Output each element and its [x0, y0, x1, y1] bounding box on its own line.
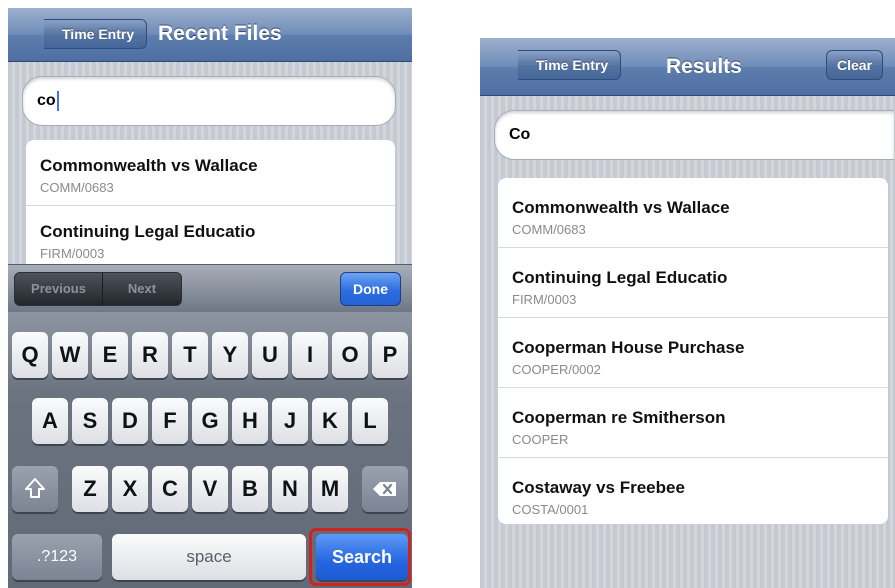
item-title: Costaway vs Freebee	[512, 478, 685, 497]
item-code: COSTA/0001	[512, 502, 589, 517]
key-t[interactable]: T	[172, 332, 208, 378]
search-input[interactable]: co	[22, 76, 396, 126]
shift-key[interactable]	[12, 466, 58, 512]
previous-button[interactable]: Previous	[15, 273, 102, 305]
right-screen: Time Entry Results Clear Co Commonwealth…	[480, 38, 895, 588]
item-code: COOPER	[512, 432, 569, 447]
item-code: FIRM/0003	[512, 292, 577, 307]
key-s[interactable]: S	[72, 398, 108, 444]
backspace-icon	[373, 482, 396, 496]
back-button-label: Time Entry	[536, 57, 609, 73]
item-title: Commonwealth vs Wallace	[512, 198, 730, 217]
page-title: Results	[666, 55, 742, 78]
key-o[interactable]: O	[332, 332, 368, 378]
item-title: Cooperman House Purchase	[512, 338, 745, 357]
item-code: COOPER/0002	[512, 362, 601, 377]
key-v[interactable]: V	[192, 466, 228, 512]
numbers-key[interactable]: .?123	[12, 534, 102, 580]
search-key[interactable]: Search	[316, 534, 408, 580]
key-m[interactable]: M	[312, 466, 348, 512]
done-button[interactable]: Done	[340, 272, 401, 306]
key-l[interactable]: L	[352, 398, 388, 444]
list-item[interactable]: Commonwealth vs Wallace COMM/0683	[498, 178, 888, 248]
left-screen: Time Entry Recent Files co Commonwealth …	[8, 8, 412, 588]
item-code: COMM/0683	[512, 222, 586, 237]
search-input[interactable]: Co	[494, 110, 894, 160]
key-i[interactable]: I	[292, 332, 328, 378]
key-n[interactable]: N	[272, 466, 308, 512]
shift-arrow-icon	[25, 478, 45, 498]
key-y[interactable]: Y	[212, 332, 248, 378]
item-title: Continuing Legal Educatio	[40, 222, 256, 241]
item-code: COMM/0683	[40, 180, 114, 195]
item-code: FIRM/0003	[40, 246, 105, 261]
key-k[interactable]: K	[312, 398, 348, 444]
list-item[interactable]: Continuing Legal Educatio FIRM/0003	[498, 248, 888, 318]
list-item[interactable]: Cooperman re Smitherson COOPER	[498, 388, 888, 458]
item-title: Commonwealth vs Wallace	[40, 156, 258, 175]
prev-next-control: Previous Next	[14, 272, 182, 306]
key-x[interactable]: X	[112, 466, 148, 512]
key-h[interactable]: H	[232, 398, 268, 444]
navigation-bar: Time Entry Results Clear	[480, 38, 895, 96]
key-q[interactable]: Q	[12, 332, 48, 378]
results-list: Commonwealth vs Wallace COMM/0683 Contin…	[26, 140, 395, 264]
delete-key[interactable]	[362, 466, 408, 512]
key-r[interactable]: R	[132, 332, 168, 378]
list-item[interactable]: Cooperman House Purchase COOPER/0002	[498, 318, 888, 388]
item-title: Continuing Legal Educatio	[512, 268, 728, 287]
back-button[interactable]: Time Entry	[518, 50, 622, 80]
key-f[interactable]: F	[152, 398, 188, 444]
key-w[interactable]: W	[52, 332, 88, 378]
list-item[interactable]: Commonwealth vs Wallace COMM/0683	[26, 140, 395, 206]
back-button-label: Time Entry	[62, 26, 135, 42]
results-list: Commonwealth vs Wallace COMM/0683 Contin…	[498, 178, 888, 524]
keyboard-accessory-bar: Previous Next Done	[8, 264, 412, 312]
key-z[interactable]: Z	[72, 466, 108, 512]
key-j[interactable]: J	[272, 398, 308, 444]
key-d[interactable]: D	[112, 398, 148, 444]
search-input-value: co	[37, 92, 56, 109]
item-title: Cooperman re Smitherson	[512, 408, 726, 427]
key-c[interactable]: C	[152, 466, 188, 512]
next-button[interactable]: Next	[102, 273, 181, 305]
list-item[interactable]: Costaway vs Freebee COSTA/0001	[498, 458, 888, 524]
page-title: Recent Files	[158, 22, 282, 45]
key-u[interactable]: U	[252, 332, 288, 378]
list-item[interactable]: Continuing Legal Educatio FIRM/0003	[26, 206, 395, 264]
key-e[interactable]: E	[92, 332, 128, 378]
key-b[interactable]: B	[232, 466, 268, 512]
back-button[interactable]: Time Entry	[44, 19, 148, 49]
text-cursor	[56, 91, 59, 111]
keyboard: Q W E R T Y U I O P A S D F G H J K L Z …	[8, 312, 412, 588]
navigation-bar: Time Entry Recent Files	[8, 8, 412, 62]
search-input-value: Co	[509, 126, 531, 143]
key-a[interactable]: A	[32, 398, 68, 444]
key-p[interactable]: P	[372, 332, 408, 378]
key-g[interactable]: G	[192, 398, 228, 444]
clear-button[interactable]: Clear	[826, 50, 884, 80]
space-key[interactable]: space	[112, 534, 306, 580]
